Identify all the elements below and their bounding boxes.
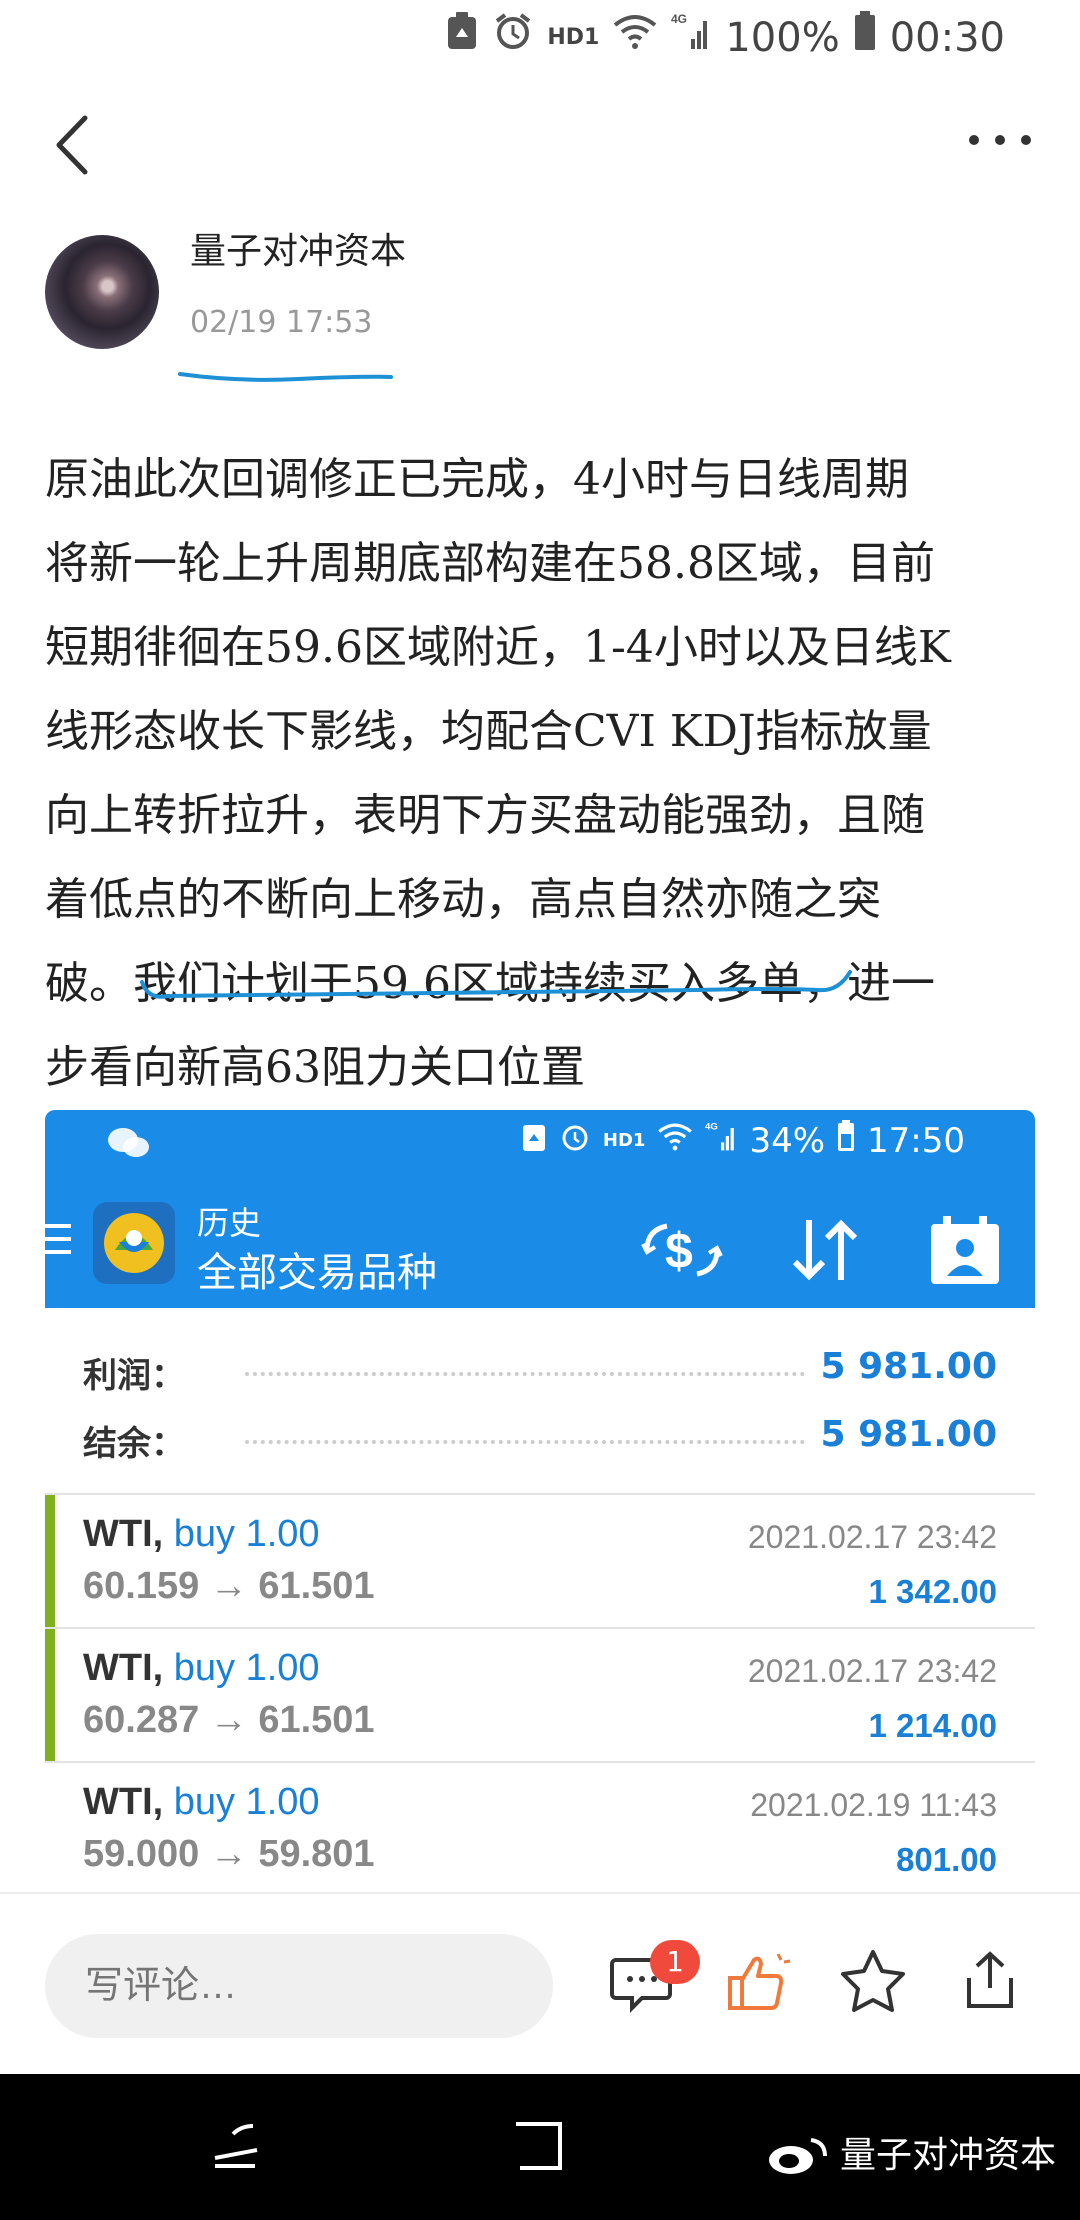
recycle-icon <box>445 10 479 66</box>
recycle-icon <box>521 1120 547 1161</box>
status-icons: HD1 4G 100% 00:30 <box>445 10 1005 66</box>
profit-value: 5 981.00 <box>820 1346 997 1387</box>
battery-percent: 100% <box>725 15 840 61</box>
favorite-button[interactable] <box>838 1946 908 2016</box>
comment-count-badge: 1 <box>650 1940 700 1984</box>
trade-prices: 60.159 → 61.501 <box>83 1565 375 1607</box>
direction: buy 1.00 <box>173 1513 320 1555</box>
author-name[interactable]: 量子对冲资本 <box>190 222 406 274</box>
body-line: 着低点的不断向上移动，高点自然亦随之突 <box>45 874 881 925</box>
battery-icon <box>837 1120 855 1161</box>
recent-apps-icon[interactable] <box>205 2114 265 2174</box>
handwritten-underline <box>178 372 393 382</box>
share-button[interactable] <box>955 1946 1025 2016</box>
trade-symbol: WTI, buy 1.00 <box>83 1513 320 1556</box>
trade-datetime: 2021.02.17 23:42 <box>747 1519 997 1555</box>
trade-symbol: WTI, buy 1.00 <box>83 1781 320 1824</box>
calendar-icon[interactable] <box>925 1210 1005 1290</box>
balance-label: 结余： <box>83 1424 185 1464</box>
sort-icon[interactable] <box>785 1210 865 1290</box>
metatrader-logo-icon <box>93 1202 175 1284</box>
svg-text:4G: 4G <box>671 12 687 26</box>
post-timestamp: 02/19 17:53 <box>190 305 373 340</box>
home-icon[interactable] <box>510 2118 566 2174</box>
trade-row[interactable]: WTI, buy 1.00 60.159 → 61.501 2021.02.17… <box>45 1493 1035 1629</box>
body-line: 原油此次回调修正已完成，4小时与日线周期 <box>45 454 909 505</box>
status-bar: HD1 4G 100% 00:30 <box>0 0 1080 80</box>
more-dots-icon <box>969 135 1031 145</box>
battery-percent: 34% <box>749 1120 826 1161</box>
body-line: 步看向新高63阻力关口位置 <box>45 1042 585 1093</box>
action-bar: 1 <box>0 1892 1080 2076</box>
svg-text:4G: 4G <box>705 1122 718 1133</box>
svg-text:$: $ <box>665 1223 693 1279</box>
comment-input[interactable] <box>45 1934 553 2038</box>
wechat-icon <box>108 1128 149 1157</box>
handwritten-underline <box>140 970 852 999</box>
wifi-icon <box>613 10 657 66</box>
clock: 17:50 <box>867 1120 965 1161</box>
leader-dots <box>245 1440 805 1444</box>
thumbs-up-icon <box>728 1953 791 2010</box>
embedded-screenshot[interactable]: HD1 4G 34% 17:50 历史 全部交易品种 $ 利润： 5 981.0… <box>45 1110 1035 1890</box>
trade-datetime: 2021.02.19 11:43 <box>750 1787 997 1823</box>
system-nav-bar: 量子对冲资本 <box>0 2074 1080 2220</box>
watermark: 量子对冲资本 <box>840 2135 1057 2176</box>
balance-value: 5 981.00 <box>820 1414 997 1455</box>
clock: 00:30 <box>889 15 1005 61</box>
alarm-icon <box>559 1120 591 1161</box>
network-label: HD1 <box>602 1130 646 1151</box>
trade-symbol: WTI, buy 1.00 <box>83 1647 320 1690</box>
network-label: HD1 <box>547 25 600 50</box>
leader-dots <box>245 1372 805 1376</box>
direction: buy 1.00 <box>173 1781 320 1823</box>
trade-row[interactable]: WTI, buy 1.00 59.000 → 59.801 2021.02.19… <box>45 1761 1035 1890</box>
more-options-button[interactable] <box>960 120 1040 160</box>
embedded-status-bar: HD1 4G 34% 17:50 <box>45 1110 1035 1176</box>
star-icon <box>841 1950 905 2012</box>
history-label: 历史 <box>197 1204 262 1242</box>
trade-row[interactable]: WTI, buy 1.00 60.287 → 61.501 2021.02.17… <box>45 1627 1035 1763</box>
share-icon <box>967 1951 1013 2008</box>
back-button[interactable] <box>45 110 105 180</box>
trade-datetime: 2021.02.17 23:42 <box>747 1653 997 1689</box>
profit-label: 利润： <box>83 1356 185 1396</box>
body-line: 线形态收长下影线，均配合CVI KDJ指标放量 <box>45 706 932 757</box>
alarm-icon <box>493 10 533 66</box>
trade-profit: 1 342.00 <box>868 1573 997 1610</box>
weibo-icon <box>769 2138 827 2174</box>
signal-icon: 4G <box>705 1120 737 1161</box>
like-button[interactable] <box>722 1946 792 2016</box>
body-line: 将新一轮上升周期底部构建在58.8区域，目前 <box>45 538 935 589</box>
signal-icon: 4G <box>671 10 711 66</box>
trade-profit: 1 214.00 <box>868 1707 997 1744</box>
symbol-filter-title[interactable]: 全部交易品种 <box>197 1240 437 1298</box>
trade-prices: 60.287 → 61.501 <box>83 1699 375 1741</box>
wifi-icon <box>657 1121 693 1161</box>
embedded-app-header: HD1 4G 34% 17:50 历史 全部交易品种 $ <box>45 1110 1035 1308</box>
trade-indicator-bar <box>45 1629 55 1763</box>
trade-profit: 801.00 <box>896 1841 997 1878</box>
symbol: WTI, <box>83 1647 164 1689</box>
currency-exchange-icon[interactable]: $ <box>637 1210 727 1290</box>
trade-prices: 59.000 → 59.801 <box>83 1833 375 1875</box>
menu-icon[interactable] <box>45 1220 73 1258</box>
body-line: 短期徘徊在59.6区域附近，1-4小时以及日线K <box>45 622 951 673</box>
body-line: 向上转折拉升，表明下方买盘动能强劲，且随 <box>45 790 925 841</box>
trade-indicator-bar <box>45 1495 55 1629</box>
embedded-status-icons: HD1 4G 34% 17:50 <box>521 1120 965 1161</box>
battery-icon <box>854 10 876 66</box>
symbol: WTI, <box>83 1513 164 1555</box>
symbol: WTI, <box>83 1781 164 1823</box>
author-avatar[interactable] <box>45 235 159 349</box>
chevron-left-icon <box>56 115 88 175</box>
direction: buy 1.00 <box>173 1647 320 1689</box>
